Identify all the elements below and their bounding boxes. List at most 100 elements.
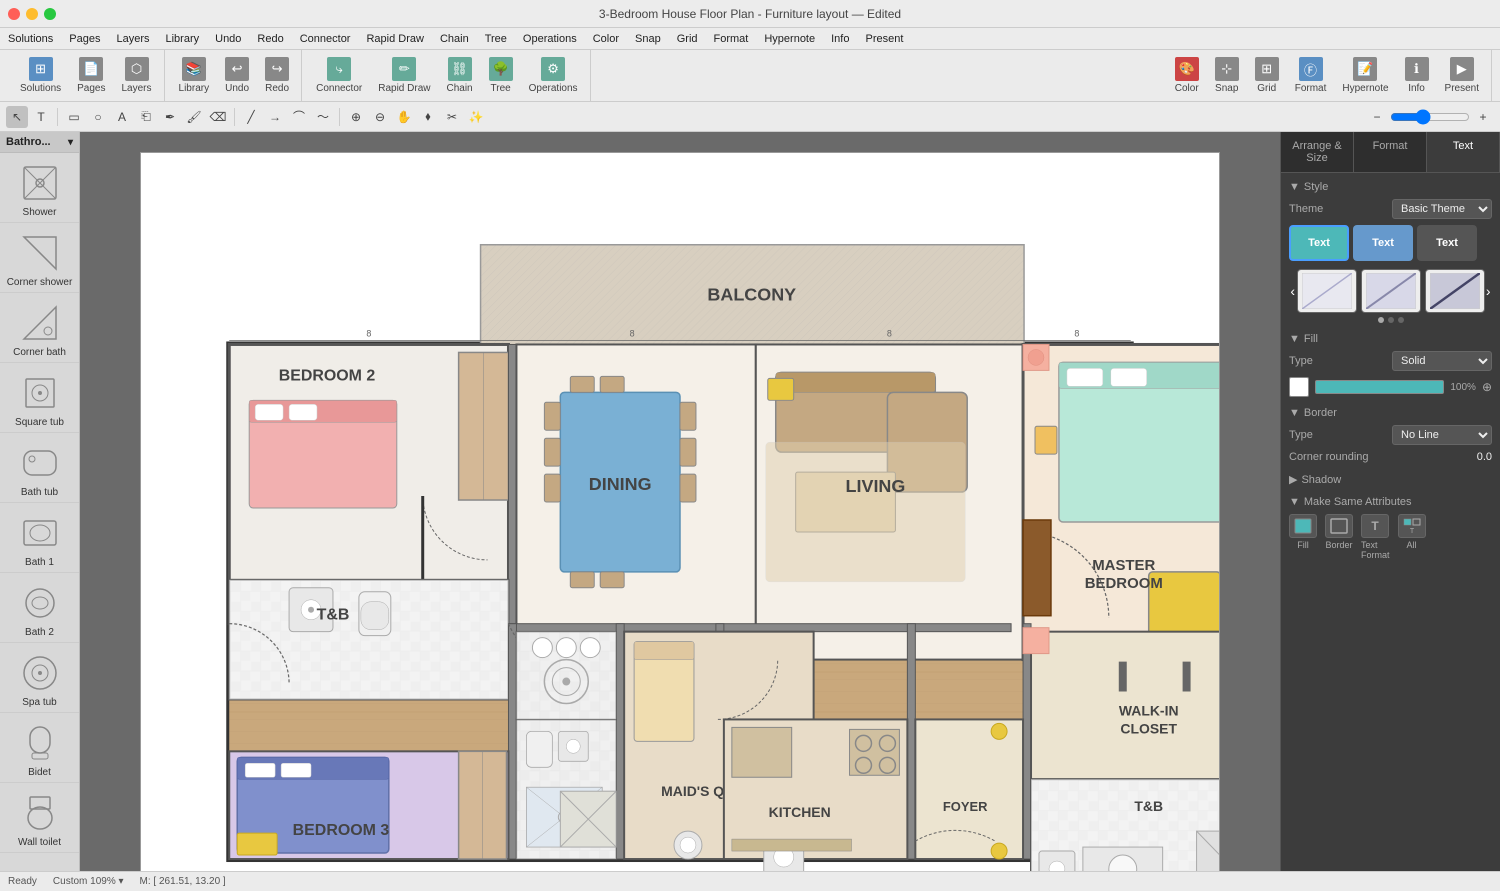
menu-redo[interactable]: Redo (257, 33, 283, 45)
style-nav-left[interactable]: ‹ (1289, 273, 1297, 309)
shadow-collapse-icon[interactable]: ▶ (1289, 473, 1297, 486)
tool-zoom-out[interactable]: ⊖ (369, 106, 391, 128)
menu-grid[interactable]: Grid (677, 33, 698, 45)
menu-color[interactable]: Color (593, 33, 619, 45)
toolbar-info[interactable]: ℹ Info (1399, 53, 1435, 98)
tool-pen[interactable]: ✒ (159, 106, 181, 128)
sidebar-item-bath-tub[interactable]: Bath tub (0, 433, 79, 503)
toolbar-connector[interactable]: ⤷ Connector (310, 53, 368, 98)
toolbar-format[interactable]: Ⓕ Format (1289, 53, 1333, 98)
tool-text2[interactable]: A (111, 106, 133, 128)
sidebar-item-bidet[interactable]: Bidet (0, 713, 79, 783)
sidebar-item-corner-shower[interactable]: Corner shower (0, 223, 79, 293)
attr-text-format[interactable]: T TextFormat (1361, 514, 1390, 560)
menu-undo[interactable]: Undo (215, 33, 241, 45)
fill-type-select[interactable]: Solid (1392, 351, 1492, 371)
tab-format[interactable]: Format (1354, 132, 1427, 172)
menu-solutions[interactable]: Solutions (8, 33, 53, 45)
style-nav-right[interactable]: › (1485, 273, 1493, 309)
zoom-slider[interactable] (1390, 110, 1470, 124)
fill-options-btn[interactable]: ⊕ (1482, 380, 1492, 394)
tool-text[interactable]: T (30, 106, 52, 128)
toolbar-color[interactable]: 🎨 Color (1169, 53, 1205, 98)
toolbar-library[interactable]: 📚 Library (173, 53, 216, 98)
attr-fill[interactable]: Fill (1289, 514, 1317, 560)
close-button[interactable] (8, 8, 20, 20)
toolbar-operations[interactable]: ⚙ Operations (523, 53, 584, 98)
tool-sticky[interactable]: ⎗ (135, 106, 157, 128)
toolbar-snap[interactable]: ⊹ Snap (1209, 53, 1245, 98)
attr-all[interactable]: T All (1398, 514, 1426, 560)
minimize-button[interactable] (26, 8, 38, 20)
fill-color-swatch[interactable] (1289, 377, 1309, 397)
toolbar-redo[interactable]: ↪ Redo (259, 53, 295, 98)
style-collapse-icon[interactable]: ▼ (1289, 181, 1300, 193)
menu-present[interactable]: Present (865, 33, 903, 45)
theme-select[interactable]: Basic Theme (1392, 199, 1492, 219)
toolbar-pages[interactable]: 📄 Pages (71, 53, 111, 98)
sidebar-item-bath2[interactable]: Bath 2 (0, 573, 79, 643)
toolbar-grid[interactable]: ⊞ Grid (1249, 53, 1285, 98)
sidebar-item-corner-bath[interactable]: Corner bath (0, 293, 79, 363)
canvas-area[interactable]: BALCONY (80, 132, 1280, 891)
border-collapse-icon[interactable]: ▼ (1289, 407, 1300, 419)
tool-line[interactable]: ╱ (240, 106, 262, 128)
tool-hand[interactable]: ✋ (393, 106, 415, 128)
menu-operations[interactable]: Operations (523, 33, 577, 45)
toolbar-hypernote[interactable]: 📝 Hypernote (1336, 53, 1394, 98)
menu-connector[interactable]: Connector (300, 33, 351, 45)
tab-text[interactable]: Text (1427, 132, 1500, 172)
toolbar-undo[interactable]: ↩ Undo (219, 53, 255, 98)
menu-tree[interactable]: Tree (485, 33, 507, 45)
toolbar-present[interactable]: ▶ Present (1439, 53, 1485, 98)
zoom-minus[interactable]: − (1366, 106, 1388, 128)
menu-pages[interactable]: Pages (69, 33, 100, 45)
tool-ellipse[interactable]: ○ (87, 106, 109, 128)
zoom-plus[interactable]: + (1472, 106, 1494, 128)
tool-magic[interactable]: ✨ (465, 106, 487, 128)
tool-cut[interactable]: ✂ (441, 106, 463, 128)
tool-arrow[interactable]: → (264, 106, 286, 128)
attr-border[interactable]: Border (1325, 514, 1353, 560)
fill-gradient-bar[interactable] (1315, 380, 1444, 394)
tool-fill[interactable]: ⬧ (417, 106, 439, 128)
menu-hypernote[interactable]: Hypernote (764, 33, 815, 45)
style-card-dark[interactable]: Text (1417, 225, 1477, 261)
toolbar-rapid-draw[interactable]: ✏ Rapid Draw (372, 53, 436, 98)
tool-brush[interactable]: 🖌 (183, 106, 205, 128)
style-card-diagonal-dark[interactable] (1425, 269, 1485, 313)
maximize-button[interactable] (44, 8, 56, 20)
sidebar-item-square-tub[interactable]: Square tub (0, 363, 79, 433)
menu-snap[interactable]: Snap (635, 33, 661, 45)
style-card-teal[interactable]: Text (1289, 225, 1349, 261)
sidebar-dropdown-icon[interactable]: ▾ (68, 137, 73, 148)
toolbar-layers[interactable]: ⬡ Layers (116, 53, 158, 98)
menu-info[interactable]: Info (831, 33, 849, 45)
sidebar-item-shower[interactable]: Shower (0, 153, 79, 223)
tool-freehand[interactable]: 〜 (312, 106, 334, 128)
zoom-level[interactable]: Custom 109% ▾ (53, 876, 124, 887)
tool-select[interactable]: ↖ (6, 106, 28, 128)
sidebar-item-wall-toilet[interactable]: Wall toilet (0, 783, 79, 853)
sidebar-item-spa-tub[interactable]: Spa tub (0, 643, 79, 713)
toolbar-tree[interactable]: 🌳 Tree (483, 53, 519, 98)
tool-rectangle[interactable]: ▭ (63, 106, 85, 128)
shadow-label[interactable]: Shadow (1301, 474, 1341, 486)
tool-curve[interactable]: ⌒ (288, 106, 310, 128)
menu-library[interactable]: Library (166, 33, 200, 45)
fill-collapse-icon[interactable]: ▼ (1289, 333, 1300, 345)
style-card-diagonal-light[interactable] (1297, 269, 1357, 313)
make-same-collapse-icon[interactable]: ▼ (1289, 496, 1300, 508)
tool-eraser[interactable]: ⌫ (207, 106, 229, 128)
tab-arrange-size[interactable]: Arrange & Size (1281, 132, 1354, 172)
style-card-diagonal-medium[interactable] (1361, 269, 1421, 313)
toolbar-chain[interactable]: ⛓ Chain (440, 53, 478, 98)
menu-format[interactable]: Format (714, 33, 749, 45)
menu-rapid-draw[interactable]: Rapid Draw (366, 33, 423, 45)
style-card-blue[interactable]: Text (1353, 225, 1413, 261)
border-type-select[interactable]: No Line (1392, 425, 1492, 445)
sidebar-item-bath1[interactable]: Bath 1 (0, 503, 79, 573)
tool-zoom-in[interactable]: ⊕ (345, 106, 367, 128)
toolbar-solutions[interactable]: ⊞ Solutions (14, 53, 67, 98)
menu-layers[interactable]: Layers (116, 33, 149, 45)
